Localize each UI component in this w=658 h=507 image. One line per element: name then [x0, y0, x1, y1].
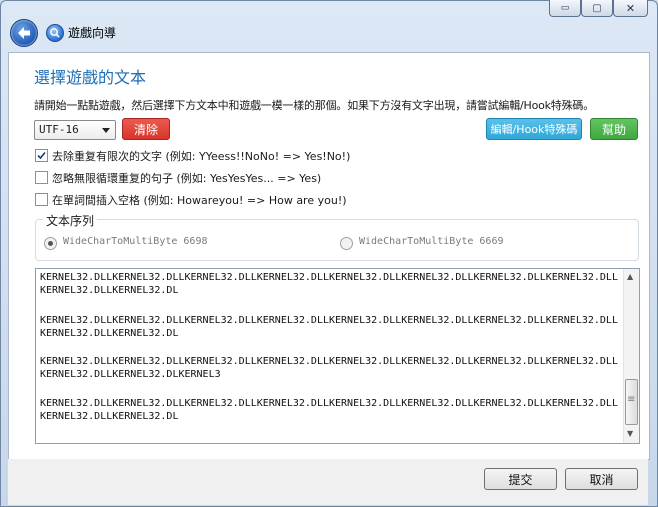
- text-line: KERNEL32.DLLKERNEL32.DLLKERNEL32.DLLKERN…: [40, 356, 618, 367]
- checkbox-ignore-infinite[interactable]: [35, 171, 48, 184]
- encoding-select[interactable]: UTF-16: [34, 120, 116, 140]
- page-heading: 選擇遊戲的文本: [34, 68, 147, 87]
- cancel-button[interactable]: 取消: [565, 468, 638, 490]
- scroll-up-icon[interactable]: ▲: [627, 272, 633, 281]
- text-output-area[interactable]: KERNEL32.DLLKERNEL32.DLLKERNEL32.DLLKERN…: [35, 268, 640, 444]
- checkbox-insert-spaces[interactable]: [35, 193, 48, 206]
- scroll-down-icon[interactable]: ▼: [627, 429, 633, 438]
- option-ignore-infinite[interactable]: 忽略無限循環重复的句子 (例如: YesYesYes... => Yes): [34, 170, 434, 186]
- chevron-down-icon: [102, 128, 110, 133]
- text-block: KERNEL32.DLLKERNEL32.DLLKERNEL32.DLLKERN…: [40, 271, 618, 297]
- text-block: KERNEL32.DLLKERNEL32.DLLKERNEL32.DLLKERN…: [40, 314, 618, 340]
- scrollbar-thumb[interactable]: ≡: [625, 379, 638, 425]
- edit-hook-button[interactable]: 編輯/Hook特殊碼: [486, 118, 582, 140]
- option-insert-spaces[interactable]: 在單詞間插入空格 (例如: Howareyou! => How are you!…: [34, 192, 434, 208]
- text-line: KERNEL32.DLLKERNEL32.DL: [40, 285, 179, 296]
- instruction-text: 請開始一點點遊戲，然后選擇下方文本中和遊戲一模一樣的那個。如果下方沒有文字出現，…: [34, 99, 595, 112]
- text-line: KERNEL32.DLLKERNEL32.DLLKERNEL32.DLLKERN…: [40, 398, 618, 409]
- option-label: 去除重复有限次的文字 (例如: YYeess!!NoNo! => Yes!No!…: [52, 150, 351, 163]
- radio-sequence-6669[interactable]: [340, 237, 353, 250]
- back-arrow-icon: [18, 27, 30, 39]
- submit-button-label: 提交: [508, 472, 533, 487]
- checkbox-dedupe-limited[interactable]: [35, 149, 48, 162]
- help-button[interactable]: 幫助: [590, 118, 638, 140]
- text-block: KERNEL32.DLLKERNEL32.DLLKERNEL32.DLLKERN…: [40, 355, 618, 381]
- back-button[interactable]: [10, 19, 38, 47]
- cancel-button-label: 取消: [589, 472, 614, 487]
- sequence-legend: 文本序列: [43, 212, 98, 229]
- text-block: KERNEL32.DLLKERNEL32.DLLKERNEL32.DLLKERN…: [40, 397, 618, 423]
- clear-button-label: 清除: [133, 122, 158, 137]
- text-line: KERNEL32.DLLKERNEL32.DLKERNEL3: [40, 369, 221, 380]
- text-line: KERNEL32.DLLKERNEL32.DL: [40, 328, 179, 339]
- option-label: 忽略無限循環重复的句子 (例如: YesYesYes... => Yes): [52, 172, 322, 185]
- text-line: KERNEL32.DLLKERNEL32.DLLKERNEL32.DLLKERN…: [40, 315, 618, 326]
- submit-button[interactable]: 提交: [484, 468, 557, 490]
- close-icon: ✕: [625, 1, 636, 15]
- radio-sequence-6698[interactable]: [44, 237, 57, 250]
- window-title: 遊戲向導: [68, 26, 117, 40]
- sequence-item-6669[interactable]: WideCharToMultiByte 6669: [340, 236, 540, 250]
- magnifier-icon: [50, 28, 60, 38]
- wizard-app-icon: [46, 24, 64, 42]
- help-button-label: 幫助: [601, 122, 626, 137]
- nav-bar: 遊戲向導: [1, 14, 656, 52]
- checkmark-icon: [37, 151, 46, 160]
- option-dedupe-limited[interactable]: 去除重复有限次的文字 (例如: YYeess!!NoNo! => Yes!No!…: [34, 148, 434, 164]
- edit-hook-button-label: 編輯/Hook特殊碼: [490, 123, 578, 136]
- grip-icon: ≡: [627, 394, 636, 405]
- text-line: KERNEL32.DLLKERNEL32.DL: [40, 411, 179, 422]
- text-line: KERNEL32.DLLKERNEL32.DLLKERNEL32.DLLKERN…: [40, 272, 618, 283]
- option-label: 在單詞間插入空格 (例如: Howareyou! => How are you!…: [52, 194, 347, 207]
- sequence-label: WideCharToMultiByte 6669: [359, 236, 504, 247]
- maximize-icon: ▢: [592, 2, 602, 14]
- sequence-item-6698[interactable]: WideCharToMultiByte 6698: [44, 236, 244, 250]
- vertical-scrollbar[interactable]: ▲ ≡ ▼: [623, 269, 639, 443]
- encoding-value: UTF-16: [39, 123, 79, 136]
- radio-dot-icon: [48, 241, 53, 246]
- sequence-label: WideCharToMultiByte 6698: [63, 236, 208, 247]
- clear-button[interactable]: 清除: [122, 118, 170, 140]
- minimize-icon: ▭: [560, 3, 570, 13]
